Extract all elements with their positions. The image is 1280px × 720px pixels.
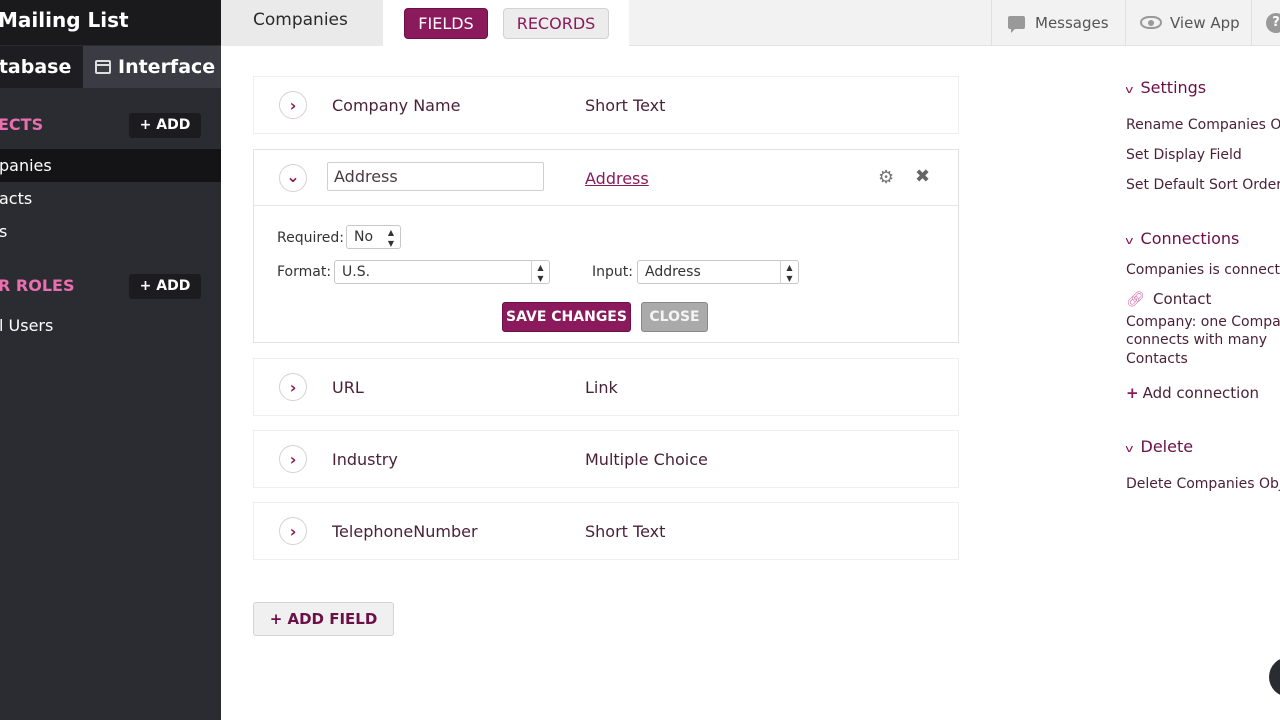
format-select[interactable]: U.S. ▲ ▼ [334, 260, 550, 284]
messages-button[interactable]: Messages [991, 0, 1125, 46]
set-sort-order-link[interactable]: Set Default Sort Order [1126, 177, 1280, 193]
chevron-down-icon: v [1126, 83, 1133, 96]
field-name: Industry [332, 450, 398, 469]
close-button[interactable]: CLOSE [641, 302, 708, 332]
field-type: Short Text [585, 96, 666, 115]
format-value: U.S. [342, 264, 371, 280]
field-name: TelephoneNumber [332, 522, 478, 541]
field-row-url[interactable]: › URL Link [253, 358, 959, 416]
objects-header: ECTS [0, 115, 44, 134]
add-connection-link[interactable]: + Add connection [1126, 384, 1259, 402]
chevron-right-icon[interactable]: › [279, 445, 307, 473]
rename-object-link[interactable]: Rename Companies Ob [1126, 117, 1280, 133]
link-icon: 🔗︎ [1126, 290, 1146, 308]
sidebar-item-label: panies [0, 156, 52, 175]
sidebar-item-label: acts [0, 189, 33, 208]
add-role-button[interactable]: + ADD [129, 274, 201, 299]
set-display-field-link[interactable]: Set Display Field [1126, 147, 1242, 163]
object-settings-panel: v Settings Rename Companies Ob Set Displa… [1126, 0, 1280, 720]
close-icon[interactable]: ✖ [915, 166, 930, 187]
sidebar-item-contacts[interactable]: acts [0, 182, 221, 215]
top-bar: Companies FIELDS RECORDS Messages View A… [221, 0, 1280, 46]
add-object-button[interactable]: + ADD [129, 113, 201, 138]
save-changes-button[interactable]: SAVE CHANGES [502, 302, 631, 332]
sidebar: Mailing List atabase Interface ECTS + AD… [0, 0, 221, 720]
sidebar-item-accounts[interactable]: s [0, 215, 221, 248]
tab-interface-label: Interface [118, 56, 216, 78]
chevron-down-icon: v [1126, 234, 1133, 247]
field-row-company-name[interactable]: › Company Name Short Text [253, 76, 959, 134]
gear-icon[interactable]: ⚙ [878, 167, 894, 188]
connections-header-label: Connections [1140, 229, 1240, 248]
chevron-right-icon[interactable]: › [279, 91, 307, 119]
sidebar-item-label: s [0, 222, 8, 241]
required-value: No [354, 229, 374, 245]
chevron-down-icon: v [1126, 442, 1133, 455]
messages-label: Messages [1035, 14, 1109, 32]
input-value: Address [645, 264, 701, 280]
tab-interface[interactable]: Interface [83, 46, 221, 88]
sidebar-item-companies[interactable]: panies [0, 149, 221, 182]
sidebar-item-label: l Users [0, 316, 54, 335]
field-row-telephone[interactable]: › TelephoneNumber Short Text [253, 502, 959, 560]
delete-header[interactable]: v Delete [1126, 437, 1193, 456]
object-tab-companies[interactable]: Companies [221, 0, 383, 46]
connection-desc-line: connects with many [1126, 332, 1268, 348]
records-tab-button[interactable]: RECORDS [503, 8, 609, 39]
connection-contact[interactable]: 🔗︎ Contact [1126, 290, 1211, 308]
plus-icon: + [1126, 384, 1139, 402]
chevron-right-icon[interactable]: › [279, 517, 307, 545]
connections-header[interactable]: v Connections [1126, 229, 1239, 248]
add-field-button[interactable]: + ADD FIELD [253, 602, 394, 636]
chevron-down-icon[interactable]: ⌄ [279, 164, 307, 192]
connection-name: Contact [1153, 290, 1212, 308]
tab-database[interactable]: atabase [0, 46, 83, 88]
add-connection-label: Add connection [1142, 384, 1260, 402]
field-type: Multiple Choice [585, 450, 708, 469]
select-arrows-icon: ▲ ▼ [780, 261, 798, 283]
select-arrows-icon: ▲ ▼ [387, 228, 395, 248]
field-type: Link [585, 378, 618, 397]
fields-tab-button[interactable]: FIELDS [404, 8, 488, 39]
delete-object-link[interactable]: Delete Companies Obje [1126, 476, 1280, 492]
field-editor-address: ⌄ Address ⚙ ✖ Required: No ▲▼ Format: U.S… [253, 149, 959, 343]
format-label: Format: [277, 264, 332, 280]
settings-header-label: Settings [1140, 78, 1207, 97]
field-name: URL [332, 378, 364, 397]
field-type: Short Text [585, 522, 666, 541]
chat-bubble-icon [1008, 16, 1025, 33]
field-row-industry[interactable]: › Industry Multiple Choice [253, 430, 959, 488]
required-label: Required: [277, 230, 345, 246]
user-roles-header: R ROLES [0, 276, 75, 295]
input-label: Input: [592, 264, 633, 280]
required-select[interactable]: No ▲ ▼ [346, 225, 401, 249]
field-editor-header: ⌄ Address ⚙ ✖ [254, 150, 958, 206]
connection-desc-line: Contacts [1126, 351, 1188, 367]
delete-header-label: Delete [1140, 437, 1194, 456]
input-select[interactable]: Address ▲ ▼ [637, 260, 799, 284]
sidebar-item-all-users[interactable]: l Users [0, 309, 221, 342]
field-type-link[interactable]: Address [585, 169, 649, 188]
field-name: Company Name [332, 96, 461, 115]
select-arrows-icon: ▲ ▼ [531, 261, 549, 283]
chevron-right-icon[interactable]: › [279, 373, 307, 401]
app-title: Mailing List [0, 8, 129, 32]
connections-intro: Companies is connecte [1126, 262, 1280, 278]
settings-header[interactable]: v Settings [1126, 78, 1206, 97]
connection-desc-line: Company: one Compar [1126, 314, 1280, 330]
layout-icon [95, 60, 111, 74]
field-name-input[interactable] [327, 162, 544, 191]
